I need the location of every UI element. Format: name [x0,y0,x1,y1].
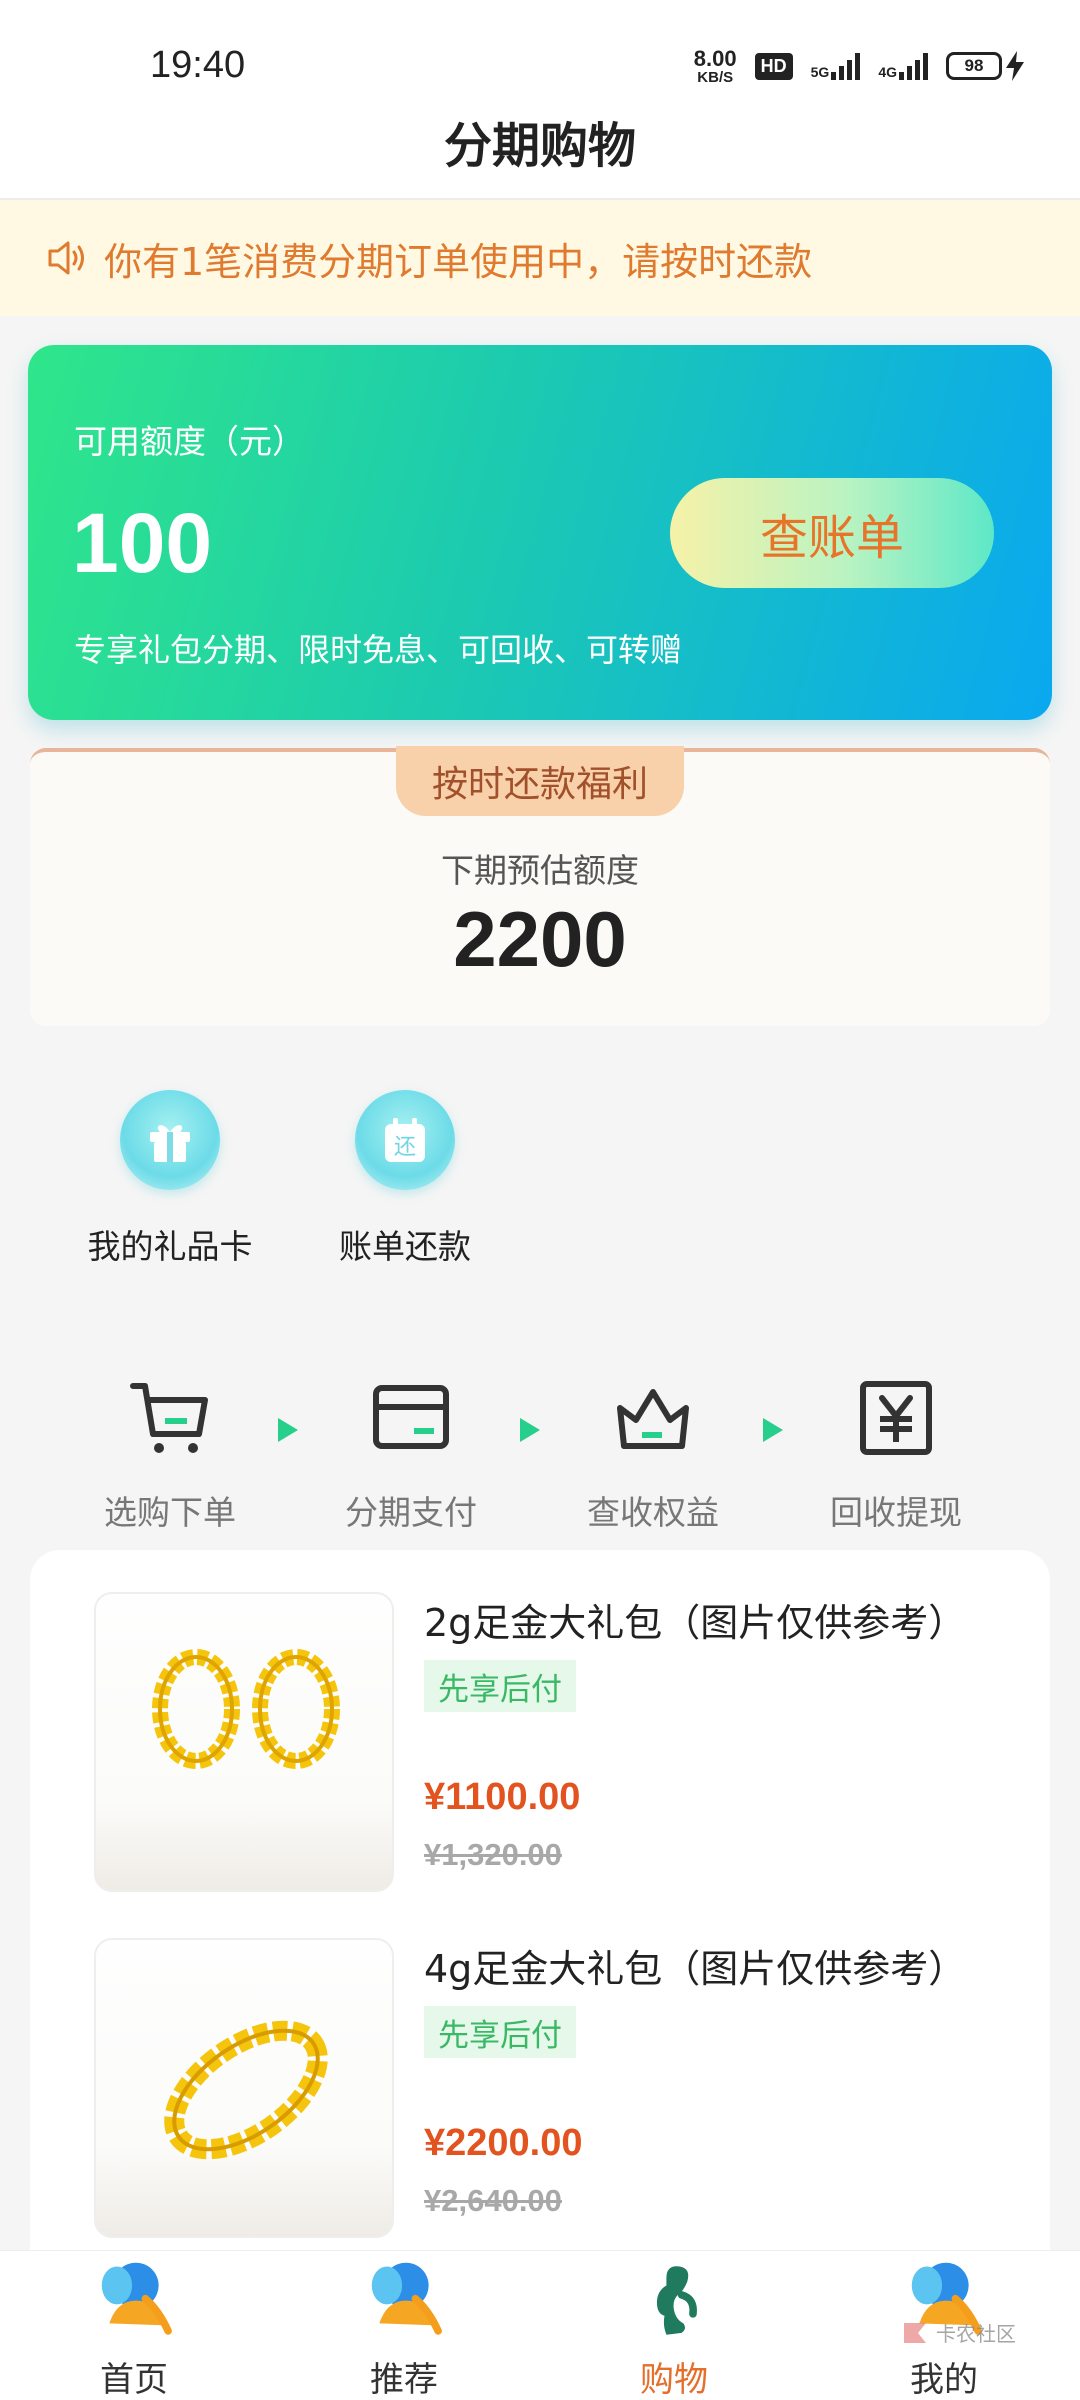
product-name: 2g足金大礼包（图片仅供参考） [424,1601,967,1645]
step-recycle: 回收提现 [796,1378,996,1534]
title-bar: 分期购物 [0,100,1080,200]
product-name: 4g足金大礼包（图片仅供参考） [424,1947,967,1991]
quick-action-label: 我的礼品卡 [87,1227,253,1266]
credit-description: 专享礼包分期、限时免息、可回收、可转赠 [74,631,683,669]
step-arrow-icon [520,1418,540,1442]
calendar-repay-icon: 还 [355,1090,455,1190]
step-pay: 分期支付 [311,1378,511,1534]
charging-bolt-icon [1006,51,1024,81]
product-tag: 先享后付 [424,2006,576,2058]
signal-5g-icon: 5G [811,52,861,80]
credit-amount: 100 [72,496,213,590]
status-indicators: 8.00 KB/S HD 5G 4G 98 [694,44,1024,88]
product-list: 2g足金大礼包（图片仅供参考） 先享后付 ¥1100.00 ¥1,320.00 … [30,1550,1050,2250]
tab-recommend[interactable]: 推荐 [304,2251,504,2400]
step-label: 分期支付 [345,1493,477,1532]
step-benefit: 查收权益 [553,1378,753,1534]
process-steps: 选购下单 分期支付 查收权益 回收提现 [0,1378,1080,1532]
quick-action-gift-card[interactable]: 我的礼品卡 [40,1090,300,1268]
cart-icon [130,1383,208,1453]
elephant-home-icon [101,2262,172,2335]
tab-home[interactable]: 首页 [34,2251,234,2400]
tab-label: 我的 [910,2360,978,2400]
benefit-card: 按时还款福利 下期预估额度 2200 [30,746,1050,1026]
tab-label: 首页 [100,2360,168,2400]
step-arrow-icon [278,1418,298,1442]
tab-shop[interactable]: 购物 [574,2251,774,2400]
elephant-shop-icon [656,2266,697,2335]
status-bar: 19:40 8.00 KB/S HD 5G 4G 98 [0,0,1080,100]
step-arrow-icon [763,1418,783,1442]
view-bill-button[interactable]: 查账单 [670,478,994,588]
product-tag: 先享后付 [424,1660,576,1712]
network-speed-unit: KB/S [697,68,734,86]
gold-ring-image [94,1938,394,2238]
quick-action-label: 账单还款 [339,1227,471,1266]
credit-card: 可用额度（元） 100 专享礼包分期、限时免息、可回收、可转赠 查账单 [28,345,1052,720]
step-order: 选购下单 [70,1378,270,1534]
signal-4g-icon: 4G [878,52,928,80]
status-time: 19:40 [150,44,246,86]
hd-badge: HD [754,52,793,80]
benefit-label: 下期预估额度 [441,851,639,890]
watermark: 卡农社区 [900,2312,1030,2352]
product-price: ¥1100.00 [424,1776,581,1818]
product-item[interactable]: 4g足金大礼包（图片仅供参考） 先享后付 ¥2200.00 ¥2,640.00 [94,1938,1034,2238]
tab-label: 购物 [640,2360,708,2400]
credit-label: 可用额度（元） [74,422,305,461]
battery-level: 98 [946,52,1002,80]
benefit-tag: 按时还款福利 [396,746,684,816]
product-original-price: ¥2,640.00 [424,2183,562,2218]
tab-label: 推荐 [370,2360,438,2400]
gold-earrings-image [94,1592,394,1892]
elephant-recommend-icon [371,2262,442,2335]
repay-icon-text: 还 [394,1135,416,1160]
notice-text: 你有1笔消费分期订单使用中，请按时还款 [104,239,813,284]
network-speed: 8.00 KB/S [693,45,737,86]
product-item[interactable]: 2g足金大礼包（图片仅供参考） 先享后付 ¥1100.00 ¥1,320.00 [94,1592,1034,1892]
quick-action-bill-repay[interactable]: 还 账单还款 [275,1090,535,1268]
yen-icon [860,1381,932,1455]
signal-4g-label: 4G [878,64,897,80]
benefit-value: 2200 [453,895,627,983]
crown-icon [617,1389,689,1449]
network-speed-value: 8.00 [693,45,737,71]
page-title: 分期购物 [443,118,636,174]
product-price: ¥2200.00 [424,2122,583,2164]
step-label: 选购下单 [104,1493,236,1532]
gift-icon [120,1090,220,1190]
product-original-price: ¥1,320.00 [424,1837,562,1872]
shopping-page: 19:40 8.00 KB/S HD 5G 4G 98 分期购物 你有1笔消费分… [0,0,1080,2400]
watermark-text: 卡农社区 [936,2321,1016,2346]
speaker-icon [48,241,84,275]
signal-5g-label: 5G [810,64,830,80]
step-label: 查收权益 [587,1493,719,1532]
step-label: 回收提现 [830,1493,962,1532]
card-icon [373,1385,449,1449]
notice-bar[interactable]: 你有1笔消费分期订单使用中，请按时还款 [0,200,1080,316]
battery-icon: 98 [946,51,1024,81]
watermark-logo-icon [904,2323,926,2343]
